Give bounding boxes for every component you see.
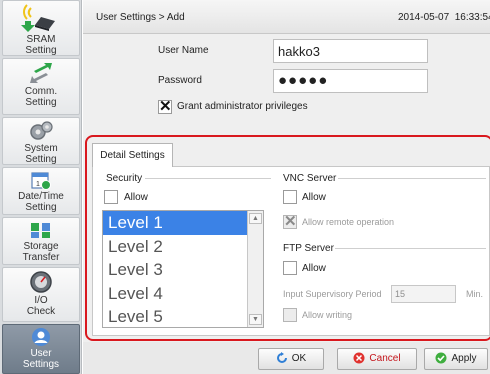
grant-admin-label: Grant administrator privileges xyxy=(177,101,308,112)
gears-icon xyxy=(30,121,53,140)
sidebar-item-label: User Settings xyxy=(22,348,60,370)
password-input[interactable]: ●●●●● xyxy=(273,69,428,93)
sram-icon xyxy=(21,4,55,32)
sidebar-item-label: System Setting xyxy=(24,143,58,165)
security-allow-checkbox[interactable] xyxy=(104,190,118,204)
cancel-button[interactable]: Cancel xyxy=(337,348,417,370)
sidebar-item-storage-transfer[interactable]: Storage Transfer xyxy=(2,217,80,265)
ftp-period-input[interactable]: 15 xyxy=(391,285,456,303)
sidebar-item-user-settings[interactable]: User Settings xyxy=(2,324,80,374)
header-bar: User Settings > Add 2014-05-07 16:33:54 xyxy=(83,0,490,34)
apply-button-label: Apply xyxy=(451,353,477,364)
user-icon xyxy=(32,328,50,346)
ftp-allow-checkbox[interactable] xyxy=(283,261,297,275)
user-name-input[interactable]: hakko3 xyxy=(273,39,428,63)
vnc-allow-checkbox[interactable] xyxy=(283,190,297,204)
list-item-level-5[interactable]: Level 5 xyxy=(103,305,263,327)
sidebar-item-date-time-setting[interactable]: 1 Date/Time Setting xyxy=(2,167,80,215)
sidebar-item-comm-setting[interactable]: Comm. Setting xyxy=(2,58,80,115)
scroll-down-arrow-icon[interactable]: ▼ xyxy=(249,314,262,325)
sidebar-item-label: Comm. Setting xyxy=(24,86,58,108)
sidebar-item-system-setting[interactable]: System Setting xyxy=(2,117,80,165)
list-item-level-3[interactable]: Level 3 xyxy=(103,258,263,282)
sidebar-item-label: Date/Time Setting xyxy=(18,191,64,213)
user-name-label: User Name xyxy=(158,45,209,56)
comm-arrows-icon xyxy=(30,63,52,83)
gauge-icon xyxy=(30,271,52,293)
vnc-remote-checkbox[interactable] xyxy=(283,213,297,231)
group-divider xyxy=(338,178,486,179)
datetime-display: 2014-05-07 16:33:54 xyxy=(398,12,490,23)
security-level-list[interactable]: Level 1 Level 2 Level 3 Level 4 Level 5 … xyxy=(102,210,264,328)
tab-detail-settings[interactable]: Detail Settings xyxy=(92,143,173,167)
vnc-remote-label: Allow remote operation xyxy=(302,217,395,227)
ok-button[interactable]: OK xyxy=(258,348,324,370)
sidebar-item-label: SRAM Setting xyxy=(25,34,57,56)
sidebar-item-sram-setting[interactable]: SRAM Setting xyxy=(2,0,80,56)
vnc-allow-label: Allow xyxy=(302,192,326,203)
ftp-period-label: Input Supervisory Period xyxy=(283,289,382,299)
list-item-level-1[interactable]: Level 1 xyxy=(103,211,263,235)
calendar-icon: 1 xyxy=(31,172,51,190)
security-allow-label: Allow xyxy=(124,192,148,203)
storage-transfer-icon xyxy=(31,223,50,238)
sidebar: SRAM Setting Comm. Setting System Settin… xyxy=(0,0,82,374)
cancel-button-label: Cancel xyxy=(369,353,401,364)
svg-text:1: 1 xyxy=(36,181,40,188)
group-divider xyxy=(145,178,271,179)
grant-admin-checkbox[interactable] xyxy=(158,98,172,116)
list-item-level-4[interactable]: Level 4 xyxy=(103,282,263,306)
cancel-icon xyxy=(353,352,365,364)
breadcrumb: User Settings > Add xyxy=(96,12,185,23)
apply-button[interactable]: Apply xyxy=(424,348,488,370)
security-group-title: Security xyxy=(106,173,143,184)
scroll-up-arrow-icon[interactable]: ▲ xyxy=(249,213,262,224)
ftp-period-unit: Min. xyxy=(466,289,484,299)
ftp-group-title: FTP Server xyxy=(283,243,334,254)
level-list-scrollbar[interactable]: ▲ ▼ xyxy=(247,211,263,327)
group-divider xyxy=(335,248,486,249)
ftp-writing-label: Allow writing xyxy=(302,310,353,320)
ftp-writing-checkbox[interactable] xyxy=(283,308,297,322)
vnc-group-title: VNC Server xyxy=(283,173,337,184)
ok-button-label: OK xyxy=(291,353,307,364)
sidebar-item-io-check[interactable]: I/O Check xyxy=(2,267,80,322)
refresh-icon xyxy=(276,352,287,364)
list-item-level-2[interactable]: Level 2 xyxy=(103,235,263,259)
password-label: Password xyxy=(158,75,202,86)
ftp-allow-label: Allow xyxy=(302,263,326,274)
sidebar-item-label: I/O Check xyxy=(26,295,56,317)
checkmark-icon xyxy=(435,352,447,364)
sidebar-item-label: Storage Transfer xyxy=(22,241,60,263)
